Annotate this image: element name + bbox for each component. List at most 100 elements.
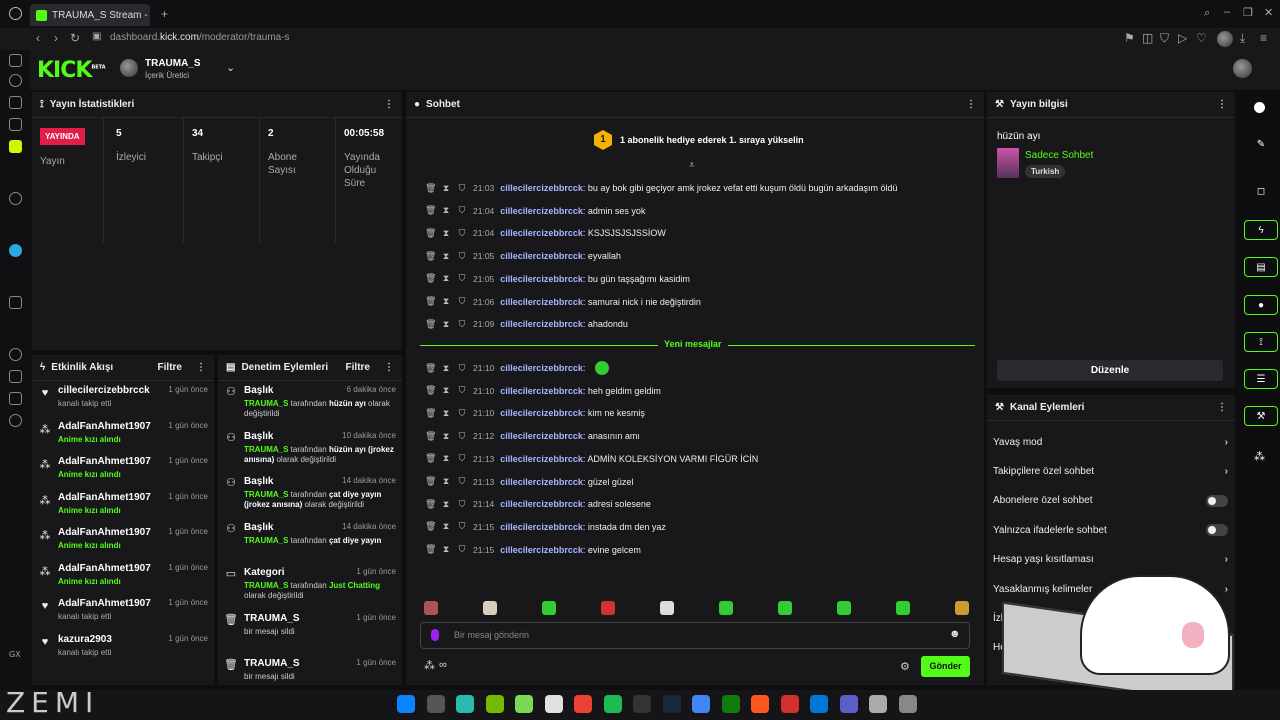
maximize-icon[interactable]: ❐ xyxy=(1243,6,1253,19)
more-icon[interactable]: ⋮ xyxy=(966,99,976,110)
timeout-icon[interactable]: ⧗ xyxy=(441,544,451,555)
emote-button[interactable] xyxy=(778,601,792,615)
timeout-icon[interactable]: ⧗ xyxy=(441,205,451,216)
ban-icon[interactable]: ⛉ xyxy=(457,363,467,374)
taskbar-app-icon[interactable] xyxy=(603,695,622,713)
delete-icon[interactable]: 🗑 xyxy=(425,228,436,239)
history-icon[interactable] xyxy=(9,74,22,87)
taskbar-app-icon[interactable] xyxy=(839,695,858,713)
ban-icon[interactable]: ⛉ xyxy=(457,521,467,532)
reload-icon[interactable]: ↻ xyxy=(70,31,80,45)
taskbar-app-icon[interactable] xyxy=(456,695,474,713)
shield-icon[interactable]: ⛉ xyxy=(1160,31,1169,46)
message-user[interactable]: cillecilercizebbrcck xyxy=(500,408,583,418)
delete-icon[interactable]: 🗑 xyxy=(425,476,436,487)
download-icon[interactable]: ⤓ xyxy=(1240,31,1245,46)
edit-button[interactable]: Düzenle xyxy=(997,360,1223,381)
channel-action-item[interactable]: Yalnızca ifadelerle sohbet xyxy=(993,516,1228,544)
server-icon[interactable]: ☰ xyxy=(1244,369,1278,389)
gear-icon[interactable]: ⚙ xyxy=(900,660,910,673)
player-icon[interactable] xyxy=(9,296,22,309)
activity-item[interactable]: ♥ kazura2903 kanalı takip etti 1 gün önce xyxy=(32,630,214,666)
taskbar-app-icon[interactable] xyxy=(898,695,917,713)
chatgpt-icon[interactable] xyxy=(9,192,22,205)
camera-icon[interactable]: ◫ xyxy=(1142,31,1153,45)
delete-icon[interactable]: 🗑 xyxy=(425,408,436,419)
notes-icon[interactable]: ▤ xyxy=(1244,257,1278,277)
taskbar-app-icon[interactable] xyxy=(810,695,828,713)
message-user[interactable]: cillecilercizebbrcck xyxy=(500,319,583,329)
taskbar-app-icon[interactable] xyxy=(544,695,563,713)
taskbar-app-icon[interactable] xyxy=(485,695,504,713)
chat-message[interactable]: 🗑 ⧗ ⛉ 21:04 cillecilercizebbrcck: KSJSJSJSJS… xyxy=(425,224,666,242)
taskbar-app-icon[interactable] xyxy=(515,695,533,713)
bolt-icon[interactable]: ϟ xyxy=(1244,220,1278,240)
message-user[interactable]: cillecilercizebbrcck xyxy=(500,228,583,238)
ban-icon[interactable]: ⛉ xyxy=(457,273,467,284)
infinity-icon[interactable]: ∞ xyxy=(439,659,447,671)
moderation-item[interactable]: ⚇ Başlık 6 dakika önce TRAUMA_S tarafından … xyxy=(218,381,402,427)
moderation-item[interactable]: ▭ Kategori 1 gün önce TRAUMA_S tarafından J… xyxy=(218,563,402,609)
channel-action-item[interactable]: Yavaş mod › xyxy=(993,428,1228,456)
chat-message[interactable]: 🗑 ⧗ ⛉ 21:13 cillecilercizebbrcck: ADMİN KOLE… xyxy=(425,450,758,468)
chat-message[interactable]: 🗑 ⧗ ⛉ 21:09 cillecilercizebbrcck: ahadondu xyxy=(425,315,628,333)
user-avatar[interactable] xyxy=(1233,59,1252,78)
message-user[interactable]: cillecilercizebbrcck xyxy=(500,363,583,373)
share-icon[interactable]: ⁂ xyxy=(1254,450,1265,463)
ban-icon[interactable]: ⛉ xyxy=(457,319,467,330)
chat-message[interactable]: 🗑 ⧗ ⛉ 21:15 cillecilercizebbrcck: instada dm… xyxy=(425,518,666,536)
emote-button[interactable] xyxy=(896,601,910,615)
forward-icon[interactable]: › xyxy=(54,31,58,45)
profile-avatar[interactable] xyxy=(1217,31,1233,47)
category-link[interactable]: Sadece Sohbet xyxy=(1025,150,1093,161)
sidebar-app-icon[interactable] xyxy=(9,118,22,131)
chat-message[interactable]: 🗑 ⧗ ⛉ 21:12 cillecilercizebbrcck: anasının a… xyxy=(425,427,640,445)
channel-avatar[interactable] xyxy=(120,59,138,77)
ban-icon[interactable]: ⛉ xyxy=(457,205,467,216)
timeout-icon[interactable]: ⧗ xyxy=(441,183,451,194)
url-field[interactable]: dashboard.kick.com/moderator/trauma-s xyxy=(110,32,290,43)
ban-icon[interactable]: ⛉ xyxy=(457,251,467,262)
message-user[interactable]: cillecilercizebbrcck xyxy=(500,297,583,307)
delete-icon[interactable]: 🗑 xyxy=(425,385,436,396)
taskbar-app-icon[interactable] xyxy=(397,695,415,713)
emote-button[interactable] xyxy=(483,601,497,615)
emote-button[interactable] xyxy=(955,601,969,615)
close-icon[interactable]: ✕ xyxy=(1264,6,1273,19)
delete-icon[interactable]: 🗑 xyxy=(425,183,436,194)
ban-icon[interactable]: ⛉ xyxy=(457,183,467,194)
toggle-switch[interactable] xyxy=(1206,524,1228,537)
delete-icon[interactable]: 🗑 xyxy=(425,544,436,555)
taskbar-app-icon[interactable] xyxy=(426,695,445,713)
delete-icon[interactable]: 🗑 xyxy=(425,319,436,330)
extensions-icon[interactable] xyxy=(9,392,22,405)
chat-message[interactable]: 🗑 ⧗ ⛉ 21:10 cillecilercizebbrcck: xyxy=(425,359,610,377)
emote-button[interactable] xyxy=(601,601,615,615)
chevron-down-icon[interactable]: ⌄ xyxy=(226,61,235,74)
delete-icon[interactable]: 🗑 xyxy=(425,296,436,307)
timeout-icon[interactable]: ⧗ xyxy=(441,251,451,262)
emote-button[interactable] xyxy=(719,601,733,615)
message-user[interactable]: cillecilercizebbrcck xyxy=(500,206,583,216)
chat-message[interactable]: 🗑 ⧗ ⛉ 21:15 cillecilercizebbrcck: evine gelc… xyxy=(425,541,641,559)
bookmark-icon[interactable]: ⚑ xyxy=(1124,31,1135,45)
broadcast-icon[interactable]: ⟟ xyxy=(1244,332,1278,352)
ban-icon[interactable]: ⛉ xyxy=(457,476,467,487)
ban-icon[interactable]: ⛉ xyxy=(457,453,467,464)
delete-icon[interactable]: 🗑 xyxy=(425,431,436,442)
delete-icon[interactable]: 🗑 xyxy=(425,521,436,532)
message-user[interactable]: cillecilercizebbrcck xyxy=(500,454,583,464)
moderation-item[interactable]: 🗑 TRAUMA_S 1 gün önce bir mesajı sildi xyxy=(218,609,402,655)
sidebar-app-icon[interactable] xyxy=(9,140,22,153)
message-user[interactable]: cillecilercizebbrcck xyxy=(500,545,583,555)
emote-button[interactable] xyxy=(660,601,674,615)
taskbar-app-icon[interactable] xyxy=(869,695,887,713)
download-icon[interactable] xyxy=(9,370,22,383)
moderation-item[interactable]: ⚇ Başlık 14 dakika önce TRAUMA_S tarafından… xyxy=(218,472,402,518)
mic-icon[interactable] xyxy=(431,629,439,641)
activity-item[interactable]: ⁂ AdalFanAhmet1907 Anime kızı alındı 1 gün … xyxy=(32,417,214,453)
activity-item[interactable]: ♥ cillecilercizebbrcck kanalı takip etti 1 … xyxy=(32,381,214,417)
activity-item[interactable]: ⁂ AdalFanAhmet1907 Anime kızı alındı 1 gün … xyxy=(32,523,214,559)
pencil-icon[interactable]: ✎ xyxy=(1244,134,1278,154)
timeout-icon[interactable]: ⧗ xyxy=(441,499,451,510)
